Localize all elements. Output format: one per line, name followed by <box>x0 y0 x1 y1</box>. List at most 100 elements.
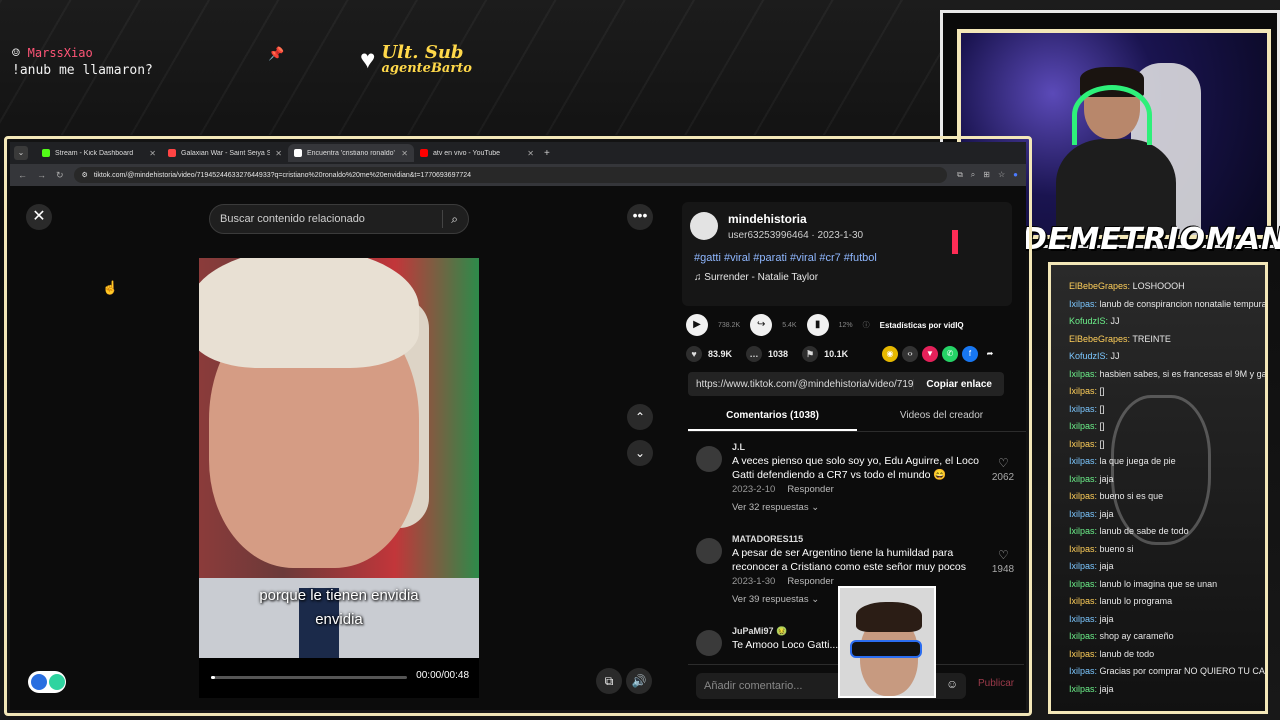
stream-scene: ☺ MarssXiao !anub me llamaron? 📌 ♥ Ult. … <box>0 0 1280 720</box>
chat-line-user[interactable]: Ixilpas: <box>1069 404 1097 414</box>
url-field[interactable]: ⚙ tiktok.com/@mindehistoria/video/719452… <box>73 167 948 183</box>
music-link[interactable]: ♫ Surrender - Natalie Taylor <box>694 272 818 283</box>
avatar[interactable] <box>690 212 718 240</box>
chat-line-user[interactable]: Ixilpas: <box>1069 684 1097 694</box>
bookmark-icon[interactable]: ⚑ <box>802 346 819 362</box>
tab-search-button[interactable]: ⌄ <box>14 146 28 160</box>
zoom-icon[interactable]: ⌕ <box>971 170 975 180</box>
share-more-icon[interactable]: ➦ <box>982 346 998 362</box>
comment-user[interactable]: MATADORES115 <box>732 534 803 544</box>
reload-icon[interactable]: ↻ <box>56 170 64 181</box>
chat-line-user[interactable]: Ixilpas: <box>1069 439 1097 449</box>
previous-video-button[interactable]: ⌃ <box>627 404 653 430</box>
reply-button[interactable]: Responder <box>787 484 833 495</box>
chat-line-user[interactable]: Ixilpas: <box>1069 369 1097 379</box>
chat-line-user[interactable]: Ixilpas: <box>1069 614 1097 624</box>
chat-line-user[interactable]: Ixilpas: <box>1069 526 1097 536</box>
view-replies-button[interactable]: Ver 39 respuestas ⌄ <box>732 594 819 605</box>
tab-comments[interactable]: Comentarios (1038) <box>688 406 857 431</box>
share-arrow-icon[interactable]: ↪ <box>750 314 773 336</box>
like-heart-icon[interactable]: ♡ <box>998 456 1009 470</box>
progress-bar[interactable] <box>211 676 407 679</box>
facebook-icon[interactable]: f <box>962 346 978 362</box>
comment-user[interactable]: JuPaMi97 🤢 <box>732 626 787 637</box>
stats-icon[interactable]: ▮ <box>806 314 829 336</box>
install-icon[interactable]: ⊞ <box>983 170 990 180</box>
avatar[interactable] <box>696 446 722 472</box>
reply-button[interactable]: Responder <box>787 576 833 587</box>
chat-line-user[interactable]: Ixilpas: <box>1069 491 1097 501</box>
chat-line-user[interactable]: Ixilpas: <box>1069 649 1097 659</box>
chat-line-text: lanub de conspirancion nonatalie tempura <box>1099 298 1267 309</box>
like-icon[interactable]: ♥ <box>686 346 702 362</box>
forward-icon[interactable]: → <box>37 170 46 180</box>
pip-button[interactable]: ⧉ <box>596 668 622 694</box>
comment-meta: 2023-1-30 Responder <box>732 576 834 587</box>
chat-line-user[interactable]: ElBebeGrapes: <box>1069 334 1130 344</box>
chat-line-user[interactable]: Ixilpas: <box>1069 474 1097 484</box>
whatsapp-icon[interactable]: ✆ <box>942 346 958 362</box>
close-tab-icon[interactable]: ✕ <box>401 149 408 158</box>
chat-line: Ixilpas: la que juega de pie <box>1069 456 1176 466</box>
view-replies-button[interactable]: Ver 32 respuestas ⌄ <box>732 502 819 513</box>
browser-tab[interactable]: atv en vivo - YouTube ✕ <box>414 144 540 162</box>
chat-line-user[interactable]: ElBebeGrapes: <box>1069 281 1130 291</box>
close-button[interactable]: ✕ <box>26 204 52 230</box>
site-info-icon[interactable]: ⚙ <box>82 171 88 179</box>
browser-tab[interactable]: Stream - Kick Dashboard ✕ <box>36 144 162 162</box>
chat-line-user[interactable]: KofudzIS: <box>1069 351 1108 361</box>
chat-line-user[interactable]: Ixilpas: <box>1069 666 1097 676</box>
translate-icon[interactable]: ⧉ <box>957 170 963 180</box>
volume-button[interactable]: 🔊 <box>626 668 652 694</box>
publish-button[interactable]: Publicar <box>978 678 1014 689</box>
search-icon[interactable]: ⌕ <box>451 212 458 227</box>
browser-tab[interactable]: Galaxian War - Saint Seiya Soul ✕ <box>162 144 288 162</box>
author-name[interactable]: mindehistoria <box>728 212 807 226</box>
extension-toggle[interactable] <box>28 671 66 693</box>
avatar[interactable] <box>696 538 722 564</box>
chat-line-user[interactable]: Ixilpas: <box>1069 456 1097 466</box>
saves-count: 10.1K <box>824 349 849 359</box>
comment-meta: 2023-2-10 Responder <box>732 484 834 495</box>
chat-line-user[interactable]: Ixilpas: <box>1069 631 1097 641</box>
hashtags[interactable]: #gatti #viral #parati #viral #cr7 #futbo… <box>694 252 877 264</box>
close-tab-icon[interactable]: ✕ <box>527 149 534 158</box>
chat-line: Ixilpas: shop ay carameño <box>1069 631 1174 641</box>
search-input[interactable]: Buscar contenido relacionado ⌕ <box>209 204 469 234</box>
more-options-button[interactable]: ••• <box>627 204 653 230</box>
comment-icon[interactable]: … <box>746 346 763 362</box>
play-icon[interactable]: ▶ <box>686 314 708 336</box>
chat-line: Ixilpas: [] <box>1069 421 1105 431</box>
tab-creator-videos[interactable]: Videos del creador <box>857 406 1026 431</box>
music-title: Surrender - Natalie Taylor <box>704 272 819 283</box>
bookmark-star-icon[interactable]: ☆ <box>998 170 1005 180</box>
chat-line-user[interactable]: Ixilpas: <box>1069 509 1097 519</box>
browser-tab[interactable]: Encuentra 'cristiano ronaldo' ✕ <box>288 144 414 162</box>
like-heart-icon[interactable]: ♡ <box>998 548 1009 562</box>
coin-icon[interactable]: ◉ <box>882 346 898 362</box>
chat-line-user[interactable]: Ixilpas: <box>1069 579 1097 589</box>
follow-button[interactable] <box>952 230 958 254</box>
chat-line-user[interactable]: KofudzIS: <box>1069 316 1108 326</box>
emoji-icon[interactable]: ☺ <box>946 677 958 691</box>
chat-line: KofudzIS: JJ <box>1069 351 1120 361</box>
chat-line-user[interactable]: Ixilpas: <box>1069 596 1097 606</box>
chat-line-user[interactable]: Ixilpas: <box>1069 561 1097 571</box>
chat-line-user[interactable]: Ixilpas: <box>1069 544 1097 554</box>
chat-line-user[interactable]: Ixilpas: <box>1069 421 1097 431</box>
close-tab-icon[interactable]: ✕ <box>149 149 156 158</box>
comment-user[interactable]: J.L <box>732 442 745 452</box>
chat-line-user[interactable]: Ixilpas: <box>1069 386 1097 396</box>
last-sub-widget: ♥ Ult. Sub agenteBarto <box>360 44 472 76</box>
next-video-button[interactable]: ⌄ <box>627 440 653 466</box>
new-tab-button[interactable]: + <box>544 148 550 159</box>
chat-line-user[interactable]: Ixilpas: <box>1069 299 1097 309</box>
embed-icon[interactable]: ‹› <box>902 346 918 362</box>
extension-icon[interactable]: ● <box>1013 170 1018 180</box>
chat-line-text: jaja <box>1099 613 1114 624</box>
close-tab-icon[interactable]: ✕ <box>275 149 282 158</box>
copy-link-button[interactable]: Copiar enlace <box>913 378 1004 390</box>
avatar[interactable] <box>696 630 722 656</box>
send-icon[interactable]: ▼ <box>922 346 938 362</box>
back-icon[interactable]: ← <box>18 170 27 180</box>
